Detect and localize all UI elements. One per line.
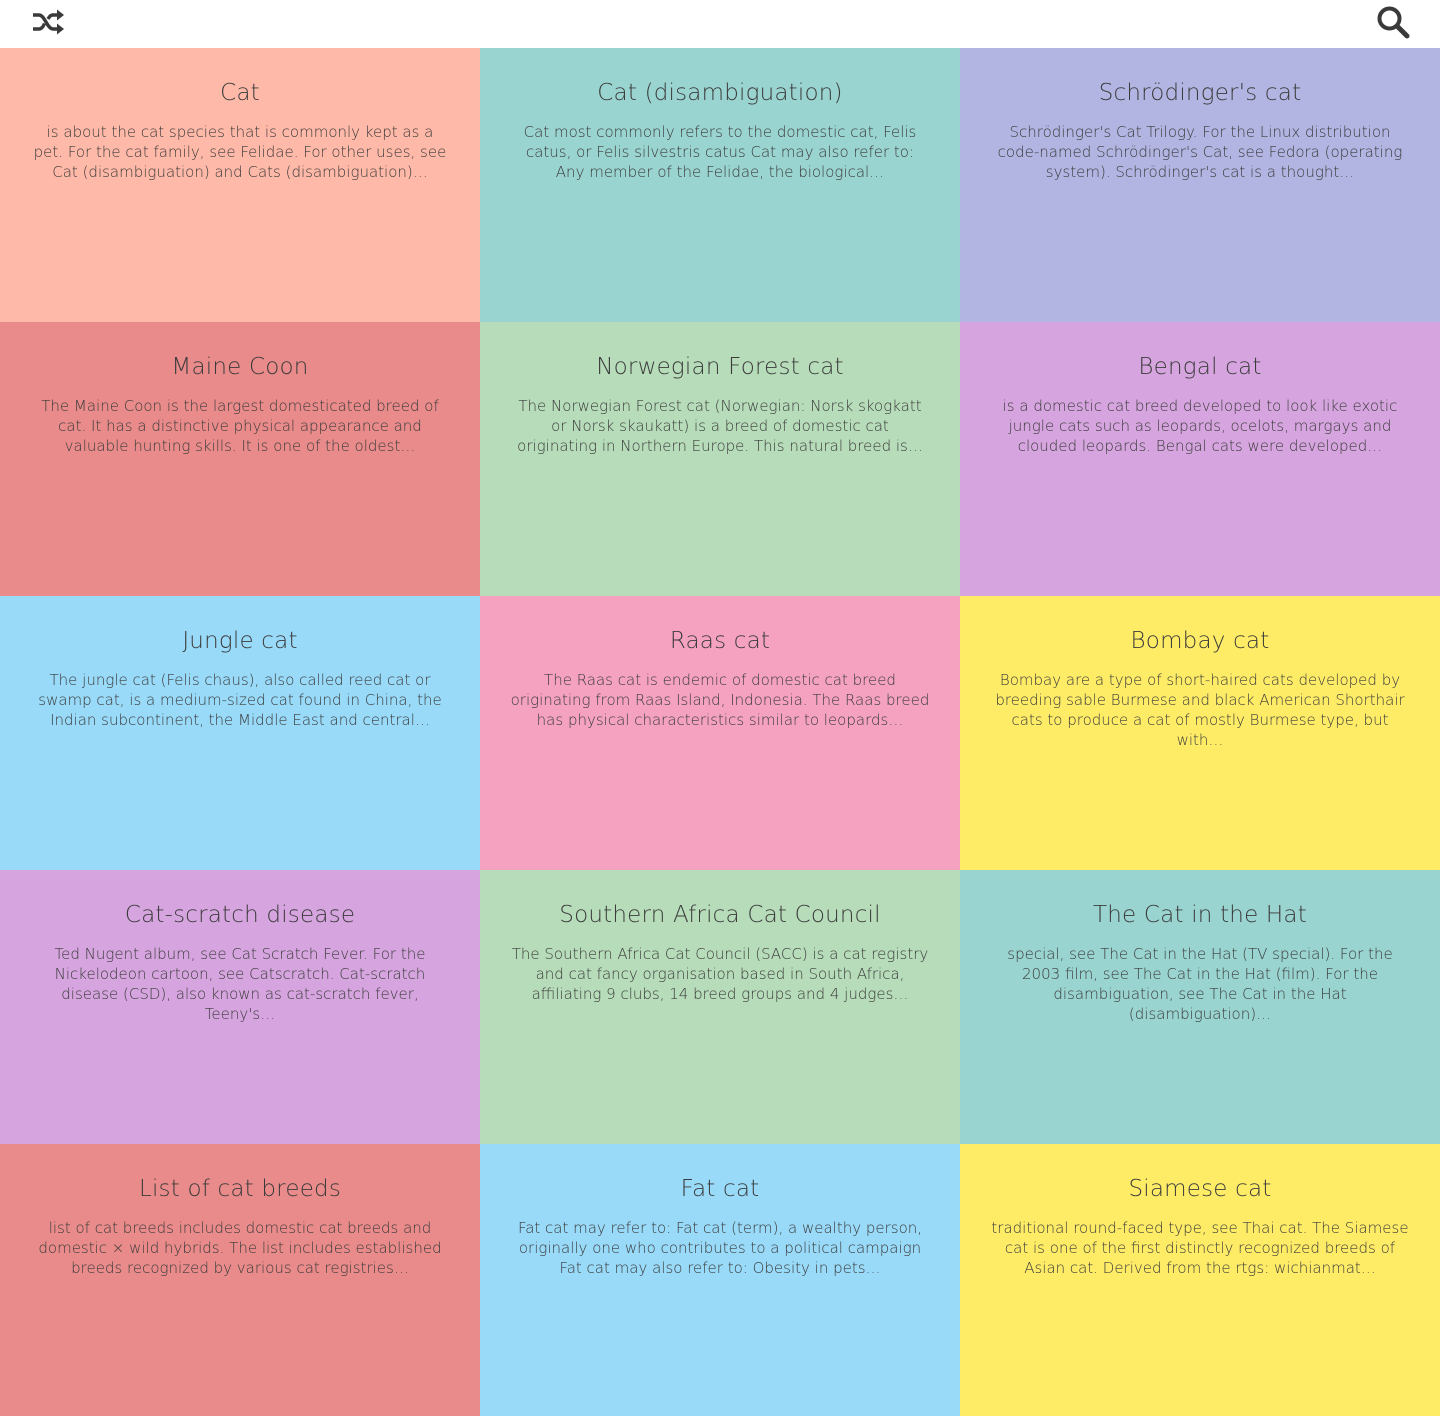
- article-snippet: The Maine Coon is the largest domesticat…: [41, 397, 439, 455]
- article-snippet: The Norwegian Forest cat (Norwegian: Nor…: [517, 397, 923, 455]
- article-title: Fat cat: [680, 1176, 760, 1202]
- article-title: The Cat in the Hat: [1093, 902, 1307, 928]
- article-title: Cat (disambiguation): [597, 80, 843, 106]
- article-title: Siamese cat: [1128, 1176, 1272, 1202]
- article-snippet: special, see The Cat in the Hat (TV spec…: [1007, 945, 1393, 1023]
- article-snippet: The Raas cat is endemic of domestic cat …: [510, 671, 930, 729]
- article-card[interactable]: Cat-scratch disease Ted Nugent album, see…: [0, 870, 480, 1144]
- article-title: Jungle cat: [182, 628, 298, 654]
- article-card[interactable]: Cat (disambiguation) Cat most commonly re…: [480, 48, 960, 322]
- article-card[interactable]: Siamese cat traditional round-faced type,…: [960, 1144, 1440, 1416]
- article-title: Raas cat: [669, 628, 771, 654]
- article-card[interactable]: Schrödinger's cat Schrödinger's Cat Trilo…: [960, 48, 1440, 322]
- article-snippet: Fat cat may refer to: Fat cat (term), a …: [517, 1219, 923, 1277]
- article-snippet: Ted Nugent album, see Cat Scratch Fever.…: [54, 945, 426, 1023]
- article-title: Schrödinger's cat: [1098, 80, 1302, 106]
- article-title: List of cat breeds: [138, 1176, 342, 1202]
- article-card[interactable]: Cat is about the cat species that is comm…: [0, 48, 480, 322]
- article-card[interactable]: Raas cat The Raas cat is endemic of domes…: [480, 596, 960, 870]
- article-snippet: traditional round-faced type, see Thai c…: [991, 1219, 1409, 1277]
- article-grid: Cat is about the cat species that is comm…: [0, 48, 1440, 1416]
- article-snippet: is about the cat species that is commonl…: [33, 123, 447, 181]
- article-card[interactable]: Bengal cat is a domestic cat breed develo…: [960, 322, 1440, 596]
- article-title: Cat-scratch disease: [124, 902, 356, 928]
- article-title: Cat: [220, 80, 260, 106]
- article-title: Bombay cat: [1130, 628, 1270, 654]
- article-snippet: Cat most commonly refers to the domestic…: [523, 123, 917, 181]
- article-card[interactable]: Fat cat Fat cat may refer to: Fat cat (te…: [480, 1144, 960, 1416]
- article-snippet: Bombay are a type of short-haired cats d…: [995, 671, 1405, 749]
- article-title: Maine Coon: [171, 354, 309, 380]
- top-bar: [0, 0, 1440, 48]
- article-snippet: is a domestic cat breed developed to loo…: [1002, 397, 1398, 455]
- article-card[interactable]: Maine Coon The Maine Coon is the largest …: [0, 322, 480, 596]
- article-snippet: The Southern Africa Cat Council (SACC) i…: [511, 945, 929, 1003]
- article-snippet: Schrödinger's Cat Trilogy. For the Linux…: [997, 123, 1403, 181]
- article-title: Norwegian Forest cat: [596, 354, 844, 380]
- shuffle-button[interactable]: [30, 6, 66, 42]
- search-button[interactable]: [1375, 6, 1411, 42]
- article-card[interactable]: Southern Africa Cat Council The Southern …: [480, 870, 960, 1144]
- article-card[interactable]: Norwegian Forest cat The Norwegian Forest…: [480, 322, 960, 596]
- article-snippet: The jungle cat (Felis chaus), also calle…: [38, 671, 442, 729]
- article-card[interactable]: Jungle cat The jungle cat (Felis chaus), …: [0, 596, 480, 870]
- article-card[interactable]: Bombay cat Bombay are a type of short-hai…: [960, 596, 1440, 870]
- article-snippet: list of cat breeds includes domestic cat…: [38, 1219, 442, 1277]
- shuffle-icon: [31, 8, 65, 40]
- search-icon: [1376, 5, 1410, 43]
- article-card[interactable]: The Cat in the Hat special, see The Cat i…: [960, 870, 1440, 1144]
- article-title: Southern Africa Cat Council: [559, 902, 881, 928]
- article-card[interactable]: List of cat breeds list of cat breeds inc…: [0, 1144, 480, 1416]
- article-title: Bengal cat: [1138, 354, 1262, 380]
